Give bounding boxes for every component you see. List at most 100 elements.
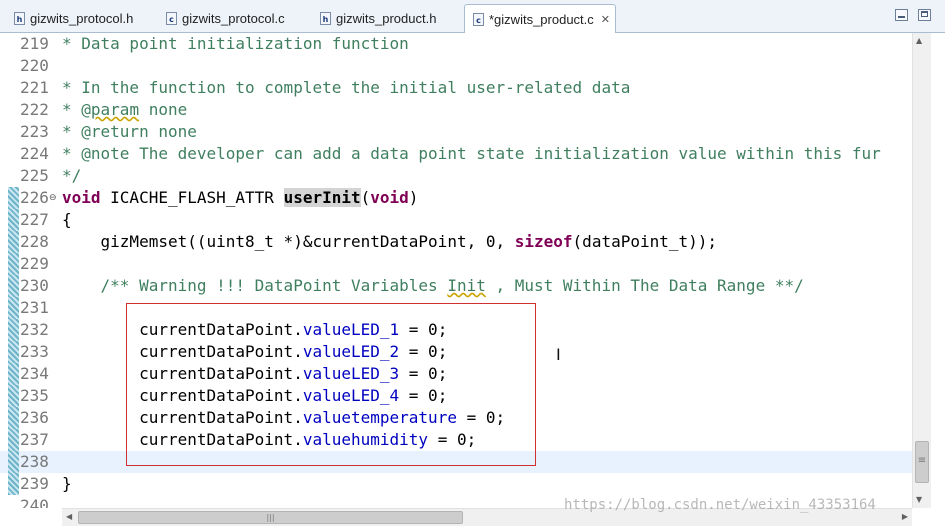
tab-label: gizwits_protocol.h [30, 11, 134, 26]
line-number: 220 [20, 56, 49, 75]
line-number: 236 [20, 408, 49, 427]
code-token: (dataPoint_t)); [572, 232, 718, 251]
text-cursor-icon: Ⅰ [556, 345, 561, 364]
code-text: currentDataPoint.valuetemperature = 0; [62, 407, 505, 429]
scroll-right-icon[interactable]: ▶ [902, 512, 908, 521]
code-line: 226 ⊖ void ICACHE_FLASH_ATTR userInit(vo… [0, 187, 912, 209]
code-token: currentDataPoint. [139, 430, 303, 449]
maximize-icon[interactable] [918, 9, 931, 21]
h-file-icon: h [320, 12, 331, 25]
code-token: gizMemset((uint8_t *)&currentDataPoint, … [100, 232, 515, 251]
change-marker [8, 275, 19, 297]
change-marker [8, 385, 19, 407]
tab-gizwits-product-c[interactable]: c *gizwits_product.c ✕ [464, 4, 616, 33]
code-token: currentDataPoint. [139, 408, 303, 427]
code-text: * In the function to complete the initia… [62, 78, 631, 97]
code-text: gizMemset((uint8_t *)&currentDataPoint, … [62, 231, 718, 253]
code-text: currentDataPoint.valueLED_1 = 0; [62, 319, 447, 341]
vertical-scroll-thumb[interactable] [915, 441, 929, 483]
line-number: 229 [20, 254, 49, 273]
change-marker [8, 363, 19, 385]
code-text: * @param none [62, 99, 187, 121]
line-number: 235 [20, 386, 49, 405]
tab-label: gizwits_protocol.c [182, 11, 285, 26]
code-line: 223 * @return none [0, 121, 912, 143]
change-marker [8, 231, 19, 253]
c-file-icon: c [473, 12, 484, 26]
change-marker [8, 209, 19, 231]
code-line: 235 currentDataPoint.valueLED_4 = 0; [0, 385, 912, 407]
code-text: { [62, 210, 72, 229]
code-editor[interactable]: 219 * Data point initialization function… [0, 33, 912, 508]
line-number: 234 [20, 364, 49, 383]
scroll-left-icon[interactable]: ◀ [66, 512, 72, 521]
code-line: 219 * Data point initialization function [0, 33, 912, 55]
minimize-icon[interactable] [895, 9, 908, 21]
code-line: 233 currentDataPoint.valueLED_2 = 0; [0, 341, 912, 363]
horizontal-scroll-thumb[interactable] [78, 511, 463, 524]
change-marker [8, 253, 19, 275]
code-line: 230 /** Warning !!! DataPoint Variables … [0, 275, 912, 297]
scroll-up-icon[interactable]: ▲ [916, 36, 922, 45]
change-marker [8, 187, 19, 209]
tab-label: *gizwits_product.c [489, 11, 594, 27]
current-code-line: 238 [0, 451, 912, 473]
code-token: currentDataPoint. [139, 342, 303, 361]
editor-tab-bar: h gizwits_protocol.h c gizwits_protocol.… [0, 0, 945, 33]
line-number: 224 [20, 144, 49, 163]
change-marker [8, 473, 19, 495]
code-line: 228 gizMemset((uint8_t *)&currentDataPoi… [0, 231, 912, 253]
line-number: 225 [20, 166, 49, 185]
close-icon[interactable]: ✕ [601, 13, 610, 26]
code-token: currentDataPoint. [139, 364, 303, 383]
line-number: 231 [20, 298, 49, 317]
view-controls [895, 9, 931, 21]
code-token: = 0; [399, 386, 448, 405]
scroll-down-icon[interactable]: ▼ [916, 495, 922, 504]
change-marker [8, 429, 19, 451]
code-line: 225 */ [0, 165, 912, 187]
code-token: = 0; [399, 342, 448, 361]
tab-gizwits-protocol-h[interactable]: h gizwits_protocol.h [6, 6, 152, 31]
struct-field: valueLED_4 [302, 386, 400, 405]
line-number: 222 [20, 100, 49, 119]
code-text: currentDataPoint.valueLED_4 = 0; [62, 385, 447, 407]
code-text: * @return none [62, 122, 197, 141]
line-number: 227 [20, 210, 49, 229]
tab-gizwits-product-h[interactable]: h gizwits_product.h [312, 6, 460, 31]
code-line: 236 currentDataPoint.valuetemperature = … [0, 407, 912, 429]
code-line: 237 currentDataPoint.valuehumidity = 0; [0, 429, 912, 451]
code-token: currentDataPoint. [139, 320, 303, 339]
code-text: * Data point initialization function [62, 34, 409, 53]
code-text: } [62, 474, 72, 493]
watermark: https://blog.csdn.net/weixin_43353164 [564, 497, 876, 513]
struct-field: valueLED_3 [302, 364, 400, 383]
code-token: ICACHE_FLASH_ATTR [100, 188, 284, 207]
code-line: 227 { [0, 209, 912, 231]
code-line: 234 currentDataPoint.valueLED_3 = 0; [0, 363, 912, 385]
code-token: = 0; [399, 320, 448, 339]
line-number: 233 [20, 342, 49, 361]
fold-collapse-icon[interactable]: ⊖ [49, 193, 57, 203]
code-text: * @note The developer can add a data poi… [62, 144, 881, 163]
line-number: 232 [20, 320, 49, 339]
code-line: 221 * In the function to complete the in… [0, 77, 912, 99]
line-number: 223 [20, 122, 49, 141]
spelling-warning: Init [447, 276, 486, 295]
code-token: = 0; [428, 430, 477, 449]
code-text: /** Warning !!! DataPoint Variables Init… [62, 275, 804, 297]
line-number: 219 [20, 34, 49, 53]
line-number: 230 [20, 276, 49, 295]
code-token: * @ [62, 100, 91, 119]
vertical-scrollbar[interactable]: ▲ ▼ [912, 33, 931, 508]
keyword: void [370, 188, 409, 207]
code-line: 222 * @param none [0, 99, 912, 121]
code-text: currentDataPoint.valueLED_3 = 0; [62, 363, 447, 385]
change-marker [8, 407, 19, 429]
change-marker [8, 341, 19, 363]
tab-gizwits-protocol-c[interactable]: c gizwits_protocol.c [158, 6, 306, 31]
